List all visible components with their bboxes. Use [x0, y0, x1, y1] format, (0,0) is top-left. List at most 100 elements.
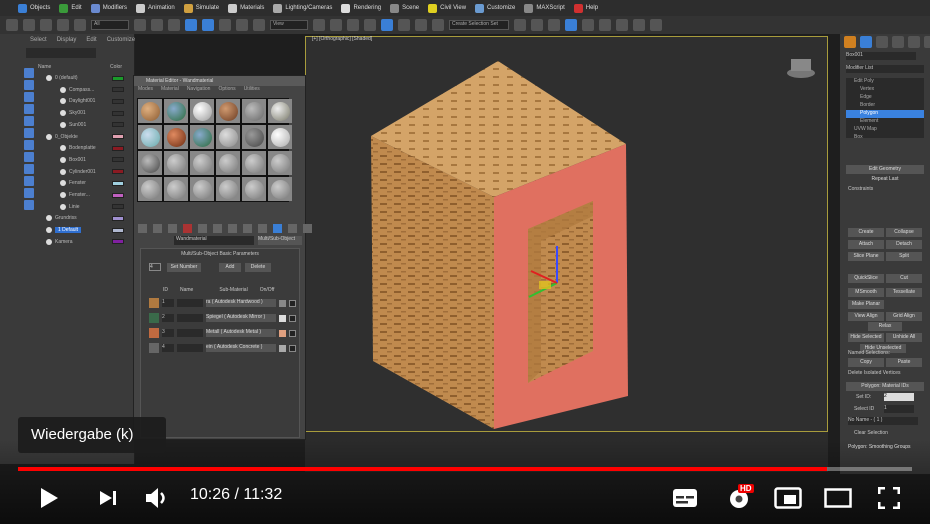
- explorer-row[interactable]: Fenster...: [38, 190, 128, 200]
- viewport-orthographic[interactable]: [305, 36, 828, 432]
- mated-menu-item[interactable]: Options: [218, 86, 235, 94]
- progress-bar[interactable]: [18, 467, 912, 471]
- sub-material-on-checkbox[interactable]: [289, 314, 296, 322]
- layer-color-swatch[interactable]: [112, 134, 124, 139]
- select-id-spinner[interactable]: 1: [884, 405, 914, 413]
- explorer-menu-item[interactable]: Display: [57, 37, 77, 43]
- mated-menu-item[interactable]: Utilities: [244, 86, 260, 94]
- material-slot[interactable]: [242, 177, 266, 201]
- set-id-spinner[interactable]: 2: [884, 393, 914, 401]
- sub-material-name[interactable]: [177, 344, 203, 352]
- explorer-row[interactable]: Cylinder001: [38, 167, 128, 177]
- sub-material-id[interactable]: 1: [162, 299, 174, 307]
- col-id[interactable]: ID: [163, 287, 168, 293]
- assign-material-icon[interactable]: [168, 224, 177, 233]
- layer-color-swatch[interactable]: [112, 215, 124, 221]
- modify-tab-icon[interactable]: [860, 36, 872, 48]
- ref-coord-dropdown[interactable]: View: [270, 20, 308, 30]
- sub-material-name[interactable]: [177, 329, 203, 337]
- menu-maxscript[interactable]: MAXScript: [524, 3, 565, 13]
- material-slot[interactable]: [242, 125, 266, 149]
- menu-edit[interactable]: Edit: [59, 3, 82, 13]
- column-name[interactable]: Name: [38, 64, 51, 70]
- volume-button[interactable]: [140, 478, 174, 518]
- named-selection-dropdown[interactable]: Create Selection Set: [449, 20, 509, 30]
- pivot-icon[interactable]: [313, 19, 325, 31]
- material-slot[interactable]: [190, 99, 214, 123]
- cmd-cut-button[interactable]: Cut: [886, 274, 922, 283]
- schematic-icon[interactable]: [599, 19, 611, 31]
- sub-material-thumbnail[interactable]: [149, 343, 159, 353]
- paste-button[interactable]: Paste: [886, 358, 922, 367]
- angle-snap-icon[interactable]: [381, 19, 393, 31]
- go-sibling-icon[interactable]: [303, 224, 312, 233]
- explorer-row[interactable]: 1 Default: [38, 225, 128, 235]
- viewport-label[interactable]: [+] [Orthographic] [Shaded]: [312, 36, 372, 42]
- sub-material-button[interactable]: Spiegel ( Autodesk Mirror ): [206, 314, 276, 322]
- move-icon[interactable]: [202, 19, 214, 31]
- explorer-row[interactable]: 0_Objekte: [38, 132, 128, 142]
- count-field[interactable]: 4: [149, 263, 161, 271]
- explorer-row[interactable]: Daylight001: [38, 96, 128, 106]
- sub-material-thumbnail[interactable]: [149, 298, 159, 308]
- add-button[interactable]: Add: [219, 263, 241, 272]
- render-icon[interactable]: [650, 19, 662, 31]
- menu-rendering[interactable]: Rendering: [341, 3, 381, 13]
- material-slot[interactable]: [190, 177, 214, 201]
- sub-material-id[interactable]: 3: [162, 329, 174, 337]
- mated-menu-item[interactable]: Material: [161, 86, 179, 94]
- unique-icon[interactable]: [213, 224, 222, 233]
- col-name[interactable]: Name: [180, 287, 193, 293]
- sub-material-on-checkbox[interactable]: [289, 329, 296, 337]
- unlink-icon[interactable]: [57, 19, 69, 31]
- material-slot[interactable]: [164, 151, 188, 175]
- material-slot[interactable]: [242, 151, 266, 175]
- sub-material-button[interactable]: Metall ( Autodesk Metal ): [206, 329, 276, 337]
- sub-material-on-checkbox[interactable]: [289, 344, 296, 352]
- motion-tab-icon[interactable]: [892, 36, 904, 48]
- material-type-button[interactable]: Multi/Sub-Object: [258, 236, 302, 245]
- explorer-search-input[interactable]: [26, 48, 96, 58]
- cmd-grid-align-button[interactable]: Grid Align: [886, 312, 922, 321]
- settings-button[interactable]: HD: [722, 478, 758, 518]
- menu-scene[interactable]: Scene: [390, 3, 419, 13]
- layer-color-swatch[interactable]: [112, 87, 124, 93]
- modifier-stack-item[interactable]: Edit Poly: [846, 78, 924, 86]
- clear-selection-checkbox[interactable]: Clear Selection: [854, 430, 888, 436]
- explorer-menu-item[interactable]: Select: [30, 37, 47, 43]
- create-tab-icon[interactable]: [844, 36, 856, 48]
- layer-color-swatch[interactable]: [112, 192, 124, 198]
- explorer-menu-item[interactable]: Customize: [107, 37, 135, 43]
- layer-color-swatch[interactable]: [112, 122, 124, 128]
- material-slot[interactable]: [216, 151, 240, 175]
- show-map-icon[interactable]: [258, 224, 267, 233]
- fullscreen-button[interactable]: [874, 478, 904, 518]
- menu-help[interactable]: Help: [573, 3, 598, 13]
- layer-color-swatch[interactable]: [112, 239, 124, 245]
- link-icon[interactable]: [40, 19, 52, 31]
- rotate-icon[interactable]: [219, 19, 231, 31]
- go-parent-icon[interactable]: [288, 224, 297, 233]
- material-slot[interactable]: [138, 177, 162, 201]
- cmd-detach-button[interactable]: Detach: [886, 240, 922, 249]
- menu-materials[interactable]: Materials: [228, 3, 264, 13]
- layer-color-swatch[interactable]: [112, 204, 124, 210]
- menu-animation[interactable]: Animation: [136, 3, 175, 13]
- modifier-stack-item[interactable]: Vertex: [846, 86, 924, 94]
- material-slot[interactable]: [268, 177, 292, 201]
- cmd-slice-plane-button[interactable]: Slice Plane: [848, 252, 884, 261]
- explorer-row[interactable]: Sky001: [38, 108, 128, 118]
- hierarchy-tab-icon[interactable]: [876, 36, 888, 48]
- material-id-icon[interactable]: [243, 224, 252, 233]
- modifier-stack-item[interactable]: Element: [846, 118, 924, 126]
- explorer-row[interactable]: Linie: [38, 202, 128, 212]
- mated-menu-item[interactable]: Navigation: [187, 86, 211, 94]
- miniplayer-button[interactable]: [772, 478, 804, 518]
- sub-material-on-checkbox[interactable]: [289, 299, 296, 307]
- sub-material-color[interactable]: [279, 329, 286, 337]
- modifier-stack-item[interactable]: UVW Map: [846, 126, 924, 134]
- smoothing-groups-rollout[interactable]: Polygon: Smoothing Groups: [848, 444, 911, 450]
- material-slot[interactable]: [216, 125, 240, 149]
- get-material-icon[interactable]: [138, 224, 147, 233]
- material-ids-rollout[interactable]: Polygon: Material IDs: [846, 382, 924, 391]
